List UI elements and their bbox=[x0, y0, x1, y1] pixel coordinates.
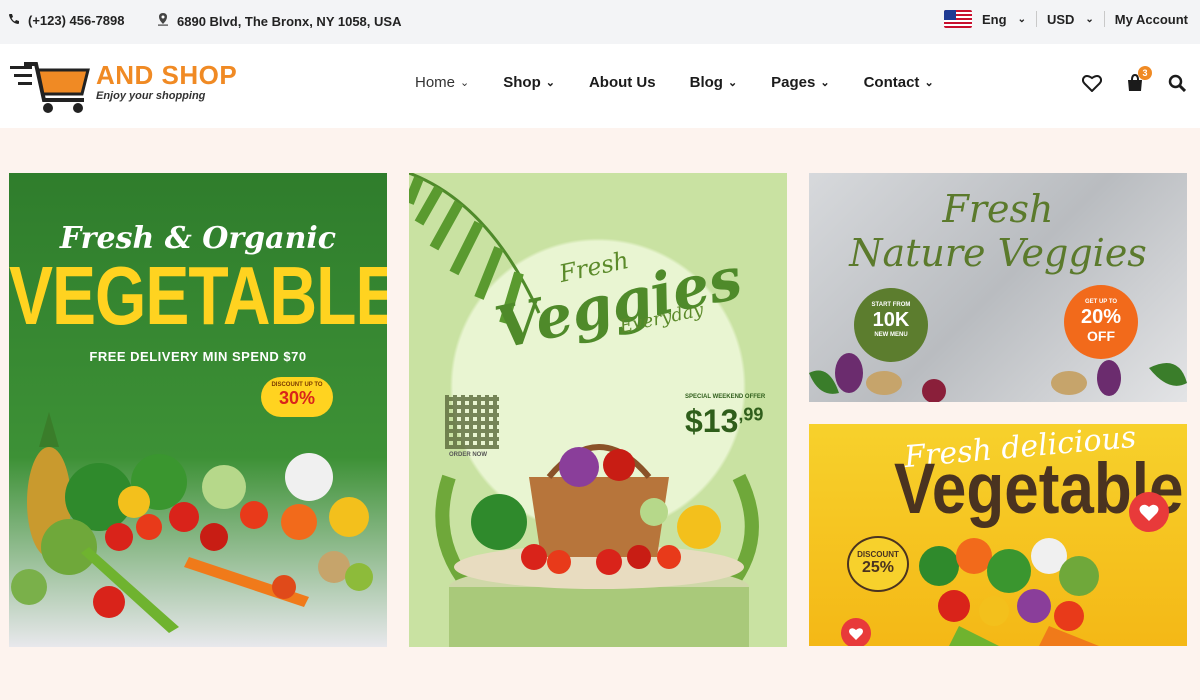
banner-organic-vegetables[interactable]: Fresh & Organic VEGETABLES FREE DELIVERY… bbox=[9, 173, 387, 647]
nav-label: Shop bbox=[503, 74, 541, 91]
top-bar: (+123) 456-7898 6890 Blvd, The Bronx, NY… bbox=[0, 0, 1200, 44]
address-contact[interactable]: 6890 Blvd, The Bronx, NY 1058, USA bbox=[157, 13, 401, 29]
chevron-down-icon: ⌄ bbox=[545, 77, 555, 89]
nav-item-home[interactable]: Home ⌄ bbox=[415, 74, 469, 91]
my-account-link[interactable]: My Account bbox=[1115, 12, 1188, 27]
banner-title: VEGETABLES bbox=[9, 248, 387, 342]
delivery-note: FREE DELIVERY MIN SPEND $70 bbox=[89, 349, 307, 364]
us-flag-icon bbox=[944, 10, 972, 28]
nav-label: Pages bbox=[771, 74, 816, 91]
chevron-down-icon: ⌄ bbox=[1017, 13, 1026, 25]
divider bbox=[1035, 11, 1037, 27]
location-pin-icon bbox=[157, 13, 169, 29]
special-offer-label: SPECIAL WEEKEND OFFER bbox=[685, 394, 766, 400]
vegetables-image bbox=[11, 412, 373, 633]
discount-badge: DISCOUNT 25% bbox=[847, 536, 909, 592]
cart-button[interactable]: 3 bbox=[1126, 66, 1152, 97]
main-nav: Home ⌄ Shop ⌄ About Us Blog ⌄ Pages ⌄ Contac… bbox=[415, 74, 934, 91]
cart-count-badge: 3 bbox=[1138, 66, 1152, 80]
language-selector[interactable]: Eng ⌄ bbox=[982, 12, 1026, 27]
chevron-down-icon: ⌄ bbox=[727, 77, 738, 89]
heart-bubble-icon bbox=[1129, 492, 1169, 532]
vegetables-image bbox=[919, 538, 1099, 646]
nav-label: Home bbox=[415, 74, 456, 91]
main-header: AND SHOP Enjoy your shopping Home ⌄ Shop ⌄… bbox=[0, 44, 1200, 128]
language-label: Eng bbox=[982, 11, 1007, 27]
nav-item-blog[interactable]: Blog ⌄ bbox=[690, 74, 738, 91]
phone-number: (+123) 456-7898 bbox=[28, 13, 125, 28]
chevron-down-icon: ⌄ bbox=[460, 77, 470, 89]
currency-label: USD bbox=[1046, 11, 1075, 27]
nav-item-shop[interactable]: Shop ⌄ bbox=[503, 74, 555, 91]
nav-item-pages[interactable]: Pages ⌄ bbox=[771, 74, 829, 91]
site-logo[interactable]: AND SHOP Enjoy your shopping bbox=[10, 60, 237, 116]
shopping-bag-icon bbox=[1126, 73, 1144, 96]
discount-value: 25% bbox=[861, 559, 895, 576]
banner-nature-veggies[interactable]: Fresh Nature Veggies START FROM 10K NEW … bbox=[809, 173, 1187, 402]
banner-title: Nature Veggies bbox=[849, 231, 1147, 275]
nav-item-about-us[interactable]: About Us bbox=[589, 74, 656, 91]
divider bbox=[1103, 11, 1105, 27]
address-text: 6890 Blvd, The Bronx, NY 1058, USA bbox=[177, 13, 402, 29]
banner-fresh-veggies[interactable]: Fresh Veggies Everyday ORDER NOW SPECIAL… bbox=[409, 173, 787, 647]
nav-label: Blog bbox=[689, 74, 723, 91]
heart-bubble-icon bbox=[841, 618, 871, 646]
search-icon[interactable] bbox=[1168, 74, 1187, 97]
cart-logo-icon bbox=[10, 60, 94, 116]
nav-label: About Us bbox=[588, 74, 656, 91]
currency-selector[interactable]: USD ⌄ bbox=[1047, 12, 1094, 27]
root-vegetables-image bbox=[809, 353, 1187, 402]
chevron-down-icon: ⌄ bbox=[924, 77, 934, 89]
chevron-down-icon: ⌄ bbox=[1085, 13, 1094, 25]
nav-item-contact[interactable]: Contact ⌄ bbox=[864, 74, 934, 91]
discount-label: DISCOUNT bbox=[857, 550, 899, 559]
phone-icon bbox=[8, 13, 20, 28]
banner-fresh-label: Fresh bbox=[942, 187, 1054, 231]
phone-contact[interactable]: (+123) 456-7898 bbox=[8, 13, 125, 28]
brand-name: AND SHOP bbox=[96, 60, 238, 90]
nav-label: Contact bbox=[863, 74, 920, 91]
discount-value: 30% bbox=[278, 388, 316, 408]
brand-tagline: Enjoy your shopping bbox=[96, 90, 206, 102]
heart-icon[interactable] bbox=[1081, 74, 1103, 97]
vegetable-basket-image bbox=[435, 444, 759, 647]
banner-delicious-vegetable[interactable]: Fresh delicious Vegetable DISCOUNT 25% bbox=[809, 424, 1187, 646]
chevron-down-icon: ⌄ bbox=[820, 77, 830, 89]
